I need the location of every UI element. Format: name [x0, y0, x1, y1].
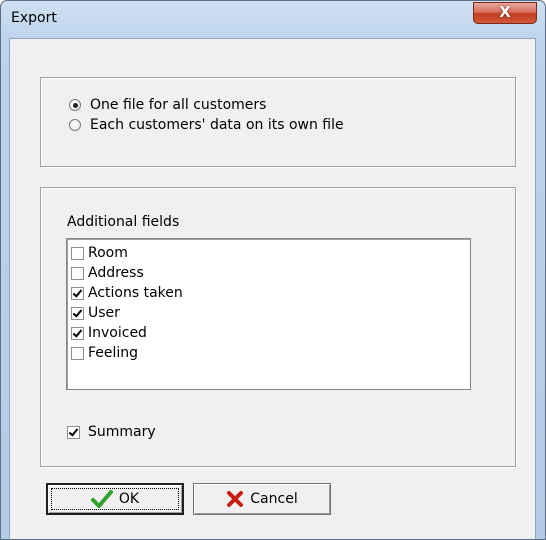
cancel-button[interactable]: Cancel: [193, 483, 331, 515]
summary-label: Summary: [88, 424, 156, 440]
radio-label: Each customers' data on its own file: [90, 117, 344, 133]
close-icon: X: [499, 3, 511, 21]
checkbox[interactable]: [71, 306, 84, 320]
output-mode-group: One file for all customers Each customer…: [40, 77, 516, 167]
checkbox[interactable]: [71, 266, 84, 280]
radio-one-file[interactable]: One file for all customers: [69, 96, 266, 114]
dialog-client-area: One file for all customers Each customer…: [9, 38, 536, 539]
checkbox[interactable]: [71, 246, 84, 260]
ok-button[interactable]: OK: [46, 483, 184, 515]
summary-checkbox[interactable]: [67, 425, 80, 439]
radio-label: One file for all customers: [90, 97, 267, 113]
cancel-label: Cancel: [250, 491, 298, 507]
x-icon: [226, 490, 244, 508]
list-item-label: Invoiced: [88, 325, 147, 341]
window-title: Export: [11, 10, 57, 26]
list-item-address[interactable]: Address: [71, 263, 470, 283]
list-item-label: Address: [88, 265, 144, 281]
checkbox[interactable]: [71, 346, 84, 360]
radio-button[interactable]: [69, 119, 81, 131]
checkbox[interactable]: [71, 286, 84, 300]
radio-each-file[interactable]: Each customers' data on its own file: [69, 116, 344, 134]
focus-rectangle: [51, 488, 179, 510]
list-item-label: Feeling: [88, 345, 139, 361]
list-item-user[interactable]: User: [71, 303, 470, 323]
additional-fields-label: Additional fields: [67, 214, 180, 230]
list-item-label: Actions taken: [88, 285, 183, 301]
additional-fields-list[interactable]: Room Address Actions taken User Invoiced: [66, 238, 471, 390]
list-item-room[interactable]: Room: [71, 243, 470, 263]
export-dialog: Export X One file for all customers Each…: [0, 0, 546, 540]
list-item-label: User: [88, 305, 120, 321]
additional-fields-group: Additional fields Room Address Actions t…: [40, 187, 516, 467]
title-bar[interactable]: Export X: [1, 1, 545, 37]
checkbox[interactable]: [71, 326, 84, 340]
radio-button[interactable]: [69, 99, 81, 111]
summary-checkbox-row[interactable]: Summary: [67, 424, 156, 440]
list-item-feeling[interactable]: Feeling: [71, 343, 470, 363]
list-item-invoiced[interactable]: Invoiced: [71, 323, 470, 343]
list-item-label: Room: [88, 245, 128, 261]
list-item-actions-taken[interactable]: Actions taken: [71, 283, 470, 303]
close-button[interactable]: X: [473, 2, 537, 24]
